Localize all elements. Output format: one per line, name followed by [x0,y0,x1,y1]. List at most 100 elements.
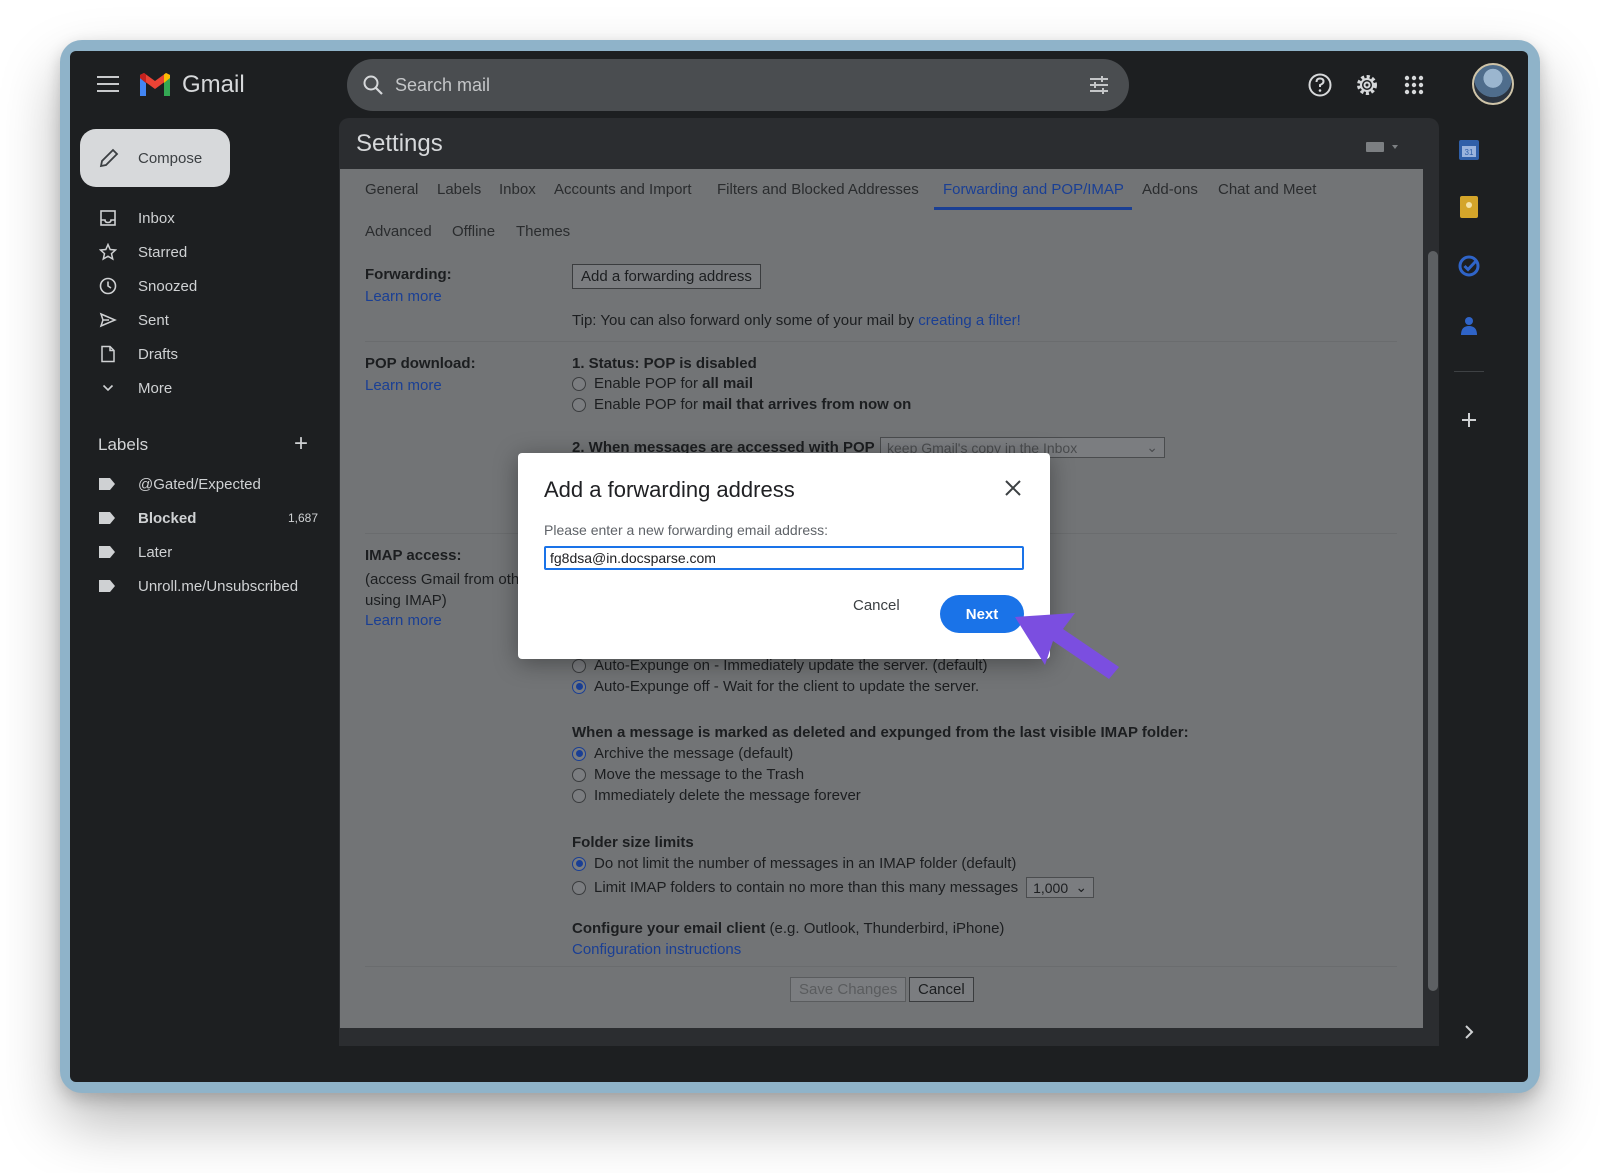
svg-text:31: 31 [1465,148,1474,157]
label-tag-icon [99,580,115,592]
tasks-icon[interactable] [1456,253,1482,279]
archive-option[interactable]: Archive the message (default) [572,745,793,762]
pointer-arrow-icon [1015,613,1119,679]
auto-expunge-off-option[interactable]: Auto-Expunge off - Wait for the client t… [572,678,979,695]
input-tools-icon[interactable] [1365,140,1401,154]
tab-filters[interactable]: Filters and Blocked Addresses [717,181,919,198]
tab-labels[interactable]: Labels [437,181,481,198]
forwarding-tip: Tip: You can also forward only some of y… [572,312,1021,329]
dialog-cancel-button[interactable]: Cancel [853,597,900,614]
delete-forever-option[interactable]: Immediately delete the message forever [572,787,861,804]
label-item-blocked[interactable]: Blocked 1,687 [98,503,318,533]
active-tab-indicator [934,207,1132,210]
trash-option[interactable]: Move the message to the Trash [572,766,804,783]
contacts-icon[interactable] [1456,313,1482,339]
calendar-icon[interactable]: 31 [1456,137,1482,163]
nav-item-sent[interactable]: Sent [98,305,169,335]
label-tag-icon [99,512,115,524]
search-input[interactable] [395,71,1045,99]
scrollbar[interactable] [1428,251,1438,991]
no-folder-limit-option[interactable]: Do not limit the number of messages in a… [572,855,1016,872]
close-icon[interactable] [1002,477,1024,499]
add-addon-icon[interactable] [1456,407,1482,433]
radio-button[interactable] [572,658,586,673]
nav-label: Sent [138,311,169,329]
label-tag-icon [99,546,115,558]
radio-button-selected[interactable] [572,746,586,761]
draft-icon [98,344,118,364]
help-icon[interactable] [1306,71,1334,99]
tab-offline[interactable]: Offline [452,223,495,240]
nav-item-snoozed[interactable]: Snoozed [98,271,197,301]
radio-button-selected[interactable] [572,679,586,694]
keep-notes-icon[interactable] [1456,194,1482,220]
radio-button[interactable] [572,788,586,803]
configure-client-text: Configure your email client (e.g. Outloo… [572,920,1005,937]
imap-sub-text: using IMAP) [365,592,447,609]
tab-themes[interactable]: Themes [516,223,570,240]
imap-access-label: IMAP access: [365,547,462,564]
send-icon [98,310,118,330]
auto-expunge-on-option[interactable]: Auto-Expunge on - Immediately update the… [572,657,988,674]
radio-button[interactable] [572,397,586,412]
labels-heading: Labels [98,435,149,454]
imap-learn-more-link[interactable]: Learn more [365,612,442,629]
label-item-gated[interactable]: @Gated/Expected [98,469,318,499]
label-unread-count: 1,687 [287,511,318,525]
tab-general[interactable]: General [365,181,418,198]
settings-gear-icon[interactable] [1353,71,1381,99]
main-menu-icon[interactable] [94,71,122,97]
label-item-unroll[interactable]: Unroll.me/Unsubscribed [98,571,318,601]
nav-label: Snoozed [138,277,198,295]
folder-limit-select[interactable]: 1,000 ⌄ [1026,877,1095,898]
folder-limit-option[interactable]: Limit IMAP folders to contain no more th… [572,877,1095,898]
pop-all-mail-option[interactable]: Enable POP for all mail [572,375,753,392]
pop-learn-more-link[interactable]: Learn more [365,377,442,394]
tab-chat-meet[interactable]: Chat and Meet [1218,181,1316,198]
apps-grid-icon[interactable] [1400,71,1428,99]
search-icon[interactable] [361,73,385,97]
chevron-right-icon[interactable] [1456,1019,1482,1045]
nav-item-more[interactable]: More [98,373,172,403]
configuration-instructions-link[interactable]: Configuration instructions [572,941,741,958]
add-label-icon[interactable]: + [294,432,308,456]
label-name: Blocked [138,509,197,527]
forwarding-email-input[interactable] [544,546,1024,570]
page-title: Settings [356,130,443,157]
add-forwarding-address-button[interactable]: Add a forwarding address [572,264,761,289]
tab-inbox[interactable]: Inbox [499,181,536,198]
tab-advanced[interactable]: Advanced [365,223,432,240]
compose-label: Compose [138,149,203,167]
pop-new-mail-option[interactable]: Enable POP for mail that arrives from no… [572,396,911,413]
tab-forwarding[interactable]: Forwarding and POP/IMAP [943,181,1124,198]
radio-button[interactable] [572,767,586,782]
radio-button[interactable] [572,376,586,391]
search-options-icon[interactable] [1087,73,1111,97]
nav-label: Drafts [138,345,179,363]
gmail-logo[interactable]: Gmail [138,71,245,99]
forwarding-learn-more-link[interactable]: Learn more [365,288,442,305]
radio-button[interactable] [572,880,586,895]
tab-addons[interactable]: Add-ons [1142,181,1198,198]
radio-button-selected[interactable] [572,856,586,871]
tab-accounts[interactable]: Accounts and Import [554,181,692,198]
nav-item-inbox[interactable]: Inbox [98,203,175,233]
clock-icon [98,276,118,296]
compose-button[interactable]: Compose [80,129,230,187]
divider [365,966,1397,967]
nav-item-starred[interactable]: Starred [98,237,187,267]
label-item-later[interactable]: Later [98,537,318,567]
account-avatar[interactable] [1472,63,1514,105]
save-changes-button[interactable]: Save Changes [790,977,907,1002]
search-bar[interactable] [347,59,1129,111]
folder-size-heading: Folder size limits [572,834,694,851]
deleted-heading: When a message is marked as deleted and … [572,724,1189,741]
nav-item-drafts[interactable]: Drafts [98,339,178,369]
nav-label: More [138,379,173,397]
divider [365,341,1397,342]
label-name: @Gated/Expected [138,475,261,493]
forwarding-label: Forwarding: [365,266,452,283]
create-filter-link[interactable]: creating a filter! [918,312,1021,329]
cancel-settings-button[interactable]: Cancel [909,977,974,1002]
gmail-m-icon [140,73,170,96]
